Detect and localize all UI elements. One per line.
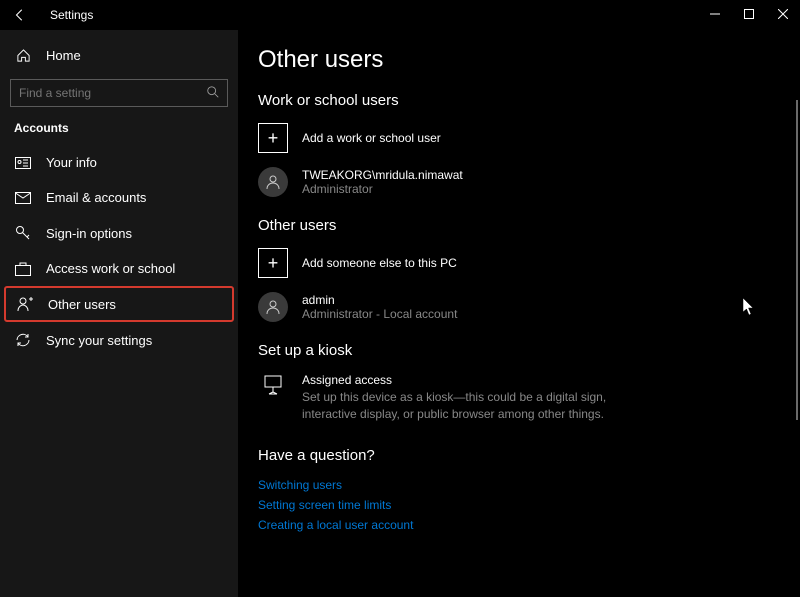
- sync-icon: [14, 332, 32, 348]
- section-kiosk: Set up a kiosk: [258, 342, 800, 359]
- user-name: TWEAKORG\mridula.nimawat: [302, 168, 463, 182]
- section-question: Have a question?: [258, 447, 800, 464]
- sidebar-item-access-work-school[interactable]: Access work or school: [0, 251, 238, 286]
- home-icon: [14, 48, 32, 63]
- sidebar: Home Accounts Your info Email & accounts…: [0, 30, 238, 597]
- kiosk-item[interactable]: Assigned access Set up this device as a …: [258, 373, 800, 423]
- sidebar-section-header: Accounts: [0, 121, 238, 145]
- other-user-item[interactable]: admin Administrator - Local account: [258, 292, 800, 322]
- maximize-icon: [744, 9, 754, 19]
- sidebar-item-label: Your info: [46, 155, 97, 170]
- back-button[interactable]: [8, 3, 32, 27]
- maximize-button[interactable]: [732, 0, 766, 28]
- sidebar-item-label: Sync your settings: [46, 333, 152, 348]
- mail-icon: [14, 192, 32, 204]
- minimize-button[interactable]: [698, 0, 732, 28]
- scrollbar[interactable]: [796, 100, 798, 420]
- sidebar-item-label: Access work or school: [46, 261, 175, 276]
- avatar: [258, 292, 288, 322]
- add-work-school-user[interactable]: + Add a work or school user: [258, 123, 800, 153]
- plus-icon: +: [258, 123, 288, 153]
- kiosk-name: Assigned access: [302, 373, 612, 387]
- arrow-left-icon: [13, 8, 27, 22]
- help-link-screen-time[interactable]: Setting screen time limits: [258, 498, 800, 512]
- person-plus-icon: [16, 296, 34, 312]
- person-icon: [265, 299, 281, 315]
- titlebar: Settings: [0, 0, 800, 30]
- kiosk-description: Set up this device as a kiosk—this could…: [302, 389, 612, 423]
- plus-icon: +: [258, 248, 288, 278]
- add-other-label: Add someone else to this PC: [302, 256, 457, 270]
- sidebar-item-label: Other users: [48, 297, 116, 312]
- window-title: Settings: [50, 8, 93, 22]
- person-icon: [265, 174, 281, 190]
- search-input[interactable]: [10, 79, 228, 107]
- minimize-icon: [710, 9, 720, 19]
- section-work-school: Work or school users: [258, 92, 800, 109]
- search-icon: [206, 85, 220, 99]
- content-pane: Other users Work or school users + Add a…: [238, 30, 800, 597]
- page-title: Other users: [258, 46, 800, 74]
- work-user-item[interactable]: TWEAKORG\mridula.nimawat Administrator: [258, 167, 800, 197]
- sidebar-item-signin-options[interactable]: Sign-in options: [0, 215, 238, 251]
- home-label: Home: [46, 48, 81, 63]
- sidebar-item-other-users[interactable]: Other users: [4, 286, 234, 322]
- sidebar-item-your-info[interactable]: Your info: [0, 145, 238, 180]
- section-other-users: Other users: [258, 217, 800, 234]
- add-work-label: Add a work or school user: [302, 131, 441, 145]
- briefcase-icon: [14, 262, 32, 276]
- help-link-switching-users[interactable]: Switching users: [258, 478, 800, 492]
- help-link-local-account[interactable]: Creating a local user account: [258, 518, 800, 532]
- id-card-icon: [14, 157, 32, 169]
- key-icon: [14, 225, 32, 241]
- user-role: Administrator - Local account: [302, 307, 457, 321]
- add-other-user[interactable]: + Add someone else to this PC: [258, 248, 800, 278]
- sidebar-item-label: Sign-in options: [46, 226, 132, 241]
- avatar: [258, 167, 288, 197]
- sidebar-item-sync-settings[interactable]: Sync your settings: [0, 322, 238, 358]
- sidebar-item-email-accounts[interactable]: Email & accounts: [0, 180, 238, 215]
- close-button[interactable]: [766, 0, 800, 28]
- user-role: Administrator: [302, 182, 463, 196]
- user-name: admin: [302, 293, 457, 307]
- kiosk-icon: [258, 373, 288, 395]
- window-controls: [698, 0, 800, 28]
- sidebar-item-label: Email & accounts: [46, 190, 146, 205]
- search-container: [10, 79, 228, 107]
- home-button[interactable]: Home: [0, 40, 238, 71]
- close-icon: [778, 9, 788, 19]
